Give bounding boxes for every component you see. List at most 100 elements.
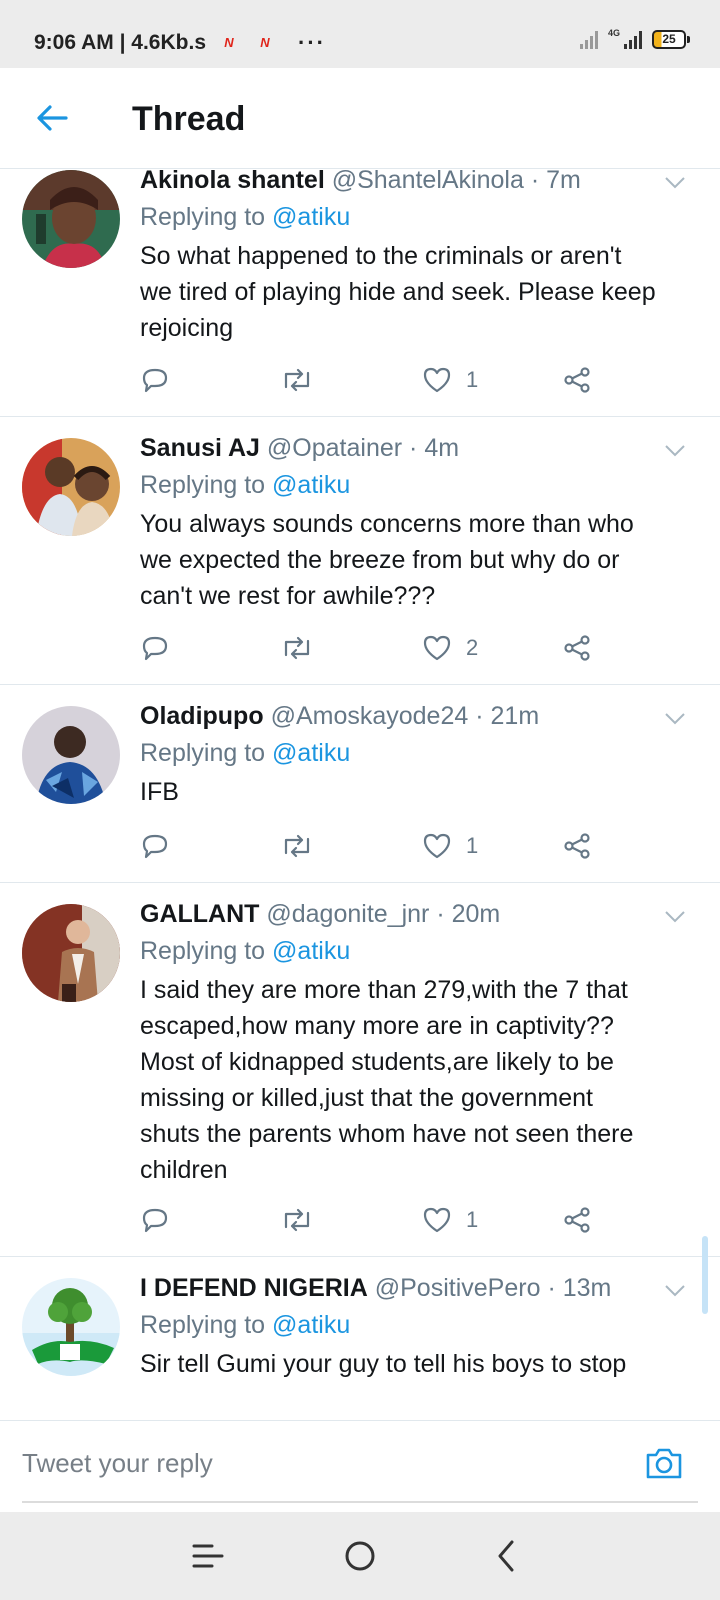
status-bar: 9:06 AM | 4.6Kb.s N N ··· 4G 25 bbox=[0, 0, 720, 68]
mention-link[interactable]: @atiku bbox=[272, 739, 350, 767]
system-nav-bar bbox=[0, 1512, 720, 1600]
tweet-time: 7m bbox=[546, 168, 581, 194]
user-handle[interactable]: @Amoskayode24 bbox=[271, 702, 469, 730]
more-notifications-icon: ··· bbox=[298, 30, 326, 55]
avatar[interactable] bbox=[22, 1278, 120, 1376]
retweet-button[interactable] bbox=[280, 1202, 314, 1238]
retweet-button[interactable] bbox=[280, 630, 314, 666]
tweet-text-line: I said they are more than 279,with the 7… bbox=[140, 976, 628, 1004]
reply-button[interactable] bbox=[140, 362, 170, 398]
replying-label: Replying to bbox=[140, 203, 266, 231]
like-button[interactable]: 1 bbox=[422, 362, 478, 398]
chevron-down-icon[interactable] bbox=[664, 444, 686, 458]
retweet-button[interactable] bbox=[280, 828, 314, 864]
tweet-text-line: children bbox=[140, 1156, 228, 1184]
mention-link[interactable]: @atiku bbox=[272, 1311, 350, 1339]
tweet-text-line: Most of kidnapped students,are likely to… bbox=[140, 1048, 614, 1076]
display-name[interactable]: Oladipupo bbox=[140, 702, 264, 730]
thread-feed[interactable]: Akinola shantel @ShantelAkinola · 7m Rep… bbox=[0, 168, 720, 1420]
tweet-text-line: Sir tell Gumi your guy to tell his boys … bbox=[140, 1350, 627, 1378]
user-handle[interactable]: @dagonite_jnr bbox=[266, 900, 429, 928]
tweet-text-line: shuts the parents whom have not seen the… bbox=[140, 1120, 634, 1148]
retweet-icon bbox=[280, 365, 314, 395]
mention-link[interactable]: @atiku bbox=[272, 203, 350, 231]
user-handle[interactable]: @ShantelAkinola bbox=[332, 168, 524, 194]
share-button[interactable] bbox=[562, 362, 592, 398]
mention-link[interactable]: @atiku bbox=[272, 937, 350, 965]
retweet-icon bbox=[280, 1205, 314, 1235]
back-arrow-icon[interactable] bbox=[34, 100, 70, 136]
scrollbar-thumb[interactable] bbox=[702, 1236, 708, 1314]
tweet[interactable]: Oladipupo @Amoskayode24 · 21m Replying t… bbox=[0, 684, 720, 883]
avatar[interactable] bbox=[22, 438, 120, 536]
avatar[interactable] bbox=[22, 706, 120, 804]
replying-to: Replying to @atiku bbox=[140, 739, 350, 768]
share-button[interactable] bbox=[562, 1202, 592, 1238]
share-button[interactable] bbox=[562, 828, 592, 864]
separator-dot: · bbox=[475, 702, 484, 730]
share-icon bbox=[562, 365, 592, 395]
tweet-actions: 1 bbox=[140, 828, 620, 864]
reply-underline bbox=[22, 1501, 698, 1503]
avatar[interactable] bbox=[22, 904, 120, 1002]
share-button[interactable] bbox=[562, 630, 592, 666]
tweet-header: Akinola shantel @ShantelAkinola · 7m bbox=[140, 168, 581, 195]
like-button[interactable]: 1 bbox=[422, 1202, 478, 1238]
user-handle[interactable]: @PositivePero bbox=[375, 1274, 541, 1302]
notification-app-icon: N bbox=[224, 35, 234, 50]
tweet[interactable]: Sanusi AJ @Opatainer · 4m Replying to @a… bbox=[0, 416, 720, 685]
reply-button[interactable] bbox=[140, 630, 170, 666]
reply-input[interactable] bbox=[22, 1443, 622, 1483]
share-icon bbox=[562, 633, 592, 663]
display-name[interactable]: GALLANT bbox=[140, 900, 259, 928]
chevron-down-icon[interactable] bbox=[664, 1284, 686, 1298]
status-speed: 4.6Kb.s bbox=[131, 31, 206, 54]
status-right: 4G 25 bbox=[579, 28, 690, 49]
tweet-text-line: missing or killed,just that the governme… bbox=[140, 1084, 593, 1112]
tweet-text-line: So what happened to the criminals or are… bbox=[140, 242, 622, 270]
display-name[interactable]: Akinola shantel bbox=[140, 168, 325, 194]
like-button[interactable]: 1 bbox=[422, 828, 478, 864]
tweet[interactable]: GALLANT @dagonite_jnr · 20m Replying to … bbox=[0, 882, 720, 1257]
reply-icon bbox=[140, 831, 170, 861]
tweet-text-line: IFB bbox=[140, 778, 179, 806]
retweet-button[interactable] bbox=[280, 362, 314, 398]
tweet[interactable]: I DEFEND NIGERIA @PositivePero · 13m Rep… bbox=[0, 1256, 720, 1420]
reply-icon bbox=[140, 1205, 170, 1235]
home-icon[interactable] bbox=[338, 1534, 382, 1578]
back-icon[interactable] bbox=[486, 1534, 530, 1578]
tweet-text-line: You always sounds concerns more than who bbox=[140, 510, 634, 538]
user-handle[interactable]: @Opatainer bbox=[267, 434, 402, 462]
tweet-header: Sanusi AJ @Opatainer · 4m bbox=[140, 434, 459, 463]
camera-icon[interactable] bbox=[644, 1443, 684, 1483]
replying-label: Replying to bbox=[140, 937, 266, 965]
mention-link[interactable]: @atiku bbox=[272, 471, 350, 499]
tweet-actions: 1 bbox=[140, 362, 620, 398]
reply-button[interactable] bbox=[140, 828, 170, 864]
chevron-down-icon[interactable] bbox=[664, 176, 686, 190]
display-name[interactable]: I DEFEND NIGERIA bbox=[140, 1274, 368, 1302]
replying-label: Replying to bbox=[140, 739, 266, 767]
tweet-text: You always sounds concerns more than who… bbox=[140, 506, 705, 614]
chevron-down-icon[interactable] bbox=[664, 910, 686, 924]
menu-icon[interactable] bbox=[186, 1534, 230, 1578]
tweet-text: So what happened to the criminals or are… bbox=[140, 238, 705, 346]
reply-icon bbox=[140, 365, 170, 395]
display-name[interactable]: Sanusi AJ bbox=[140, 434, 260, 462]
tweet[interactable]: Akinola shantel @ShantelAkinola · 7m Rep… bbox=[0, 168, 720, 417]
chevron-down-icon[interactable] bbox=[664, 712, 686, 726]
tweet-text-line: we expected the breeze from but why do o… bbox=[140, 546, 620, 574]
separator-dot: · bbox=[409, 434, 418, 462]
like-button[interactable]: 2 bbox=[422, 630, 478, 666]
heart-icon bbox=[422, 365, 452, 395]
like-count: 1 bbox=[466, 367, 479, 392]
tweet-time: 20m bbox=[451, 900, 501, 928]
tweet-time: 13m bbox=[562, 1274, 612, 1302]
signal-weak-icon bbox=[579, 30, 598, 49]
separator-dot: · bbox=[547, 1274, 556, 1302]
avatar[interactable] bbox=[22, 170, 120, 268]
heart-icon bbox=[422, 633, 452, 663]
reply-button[interactable] bbox=[140, 1202, 170, 1238]
tweet-text-line: we tired of playing hide and seek. Pleas… bbox=[140, 278, 656, 306]
heart-icon bbox=[422, 1205, 452, 1235]
